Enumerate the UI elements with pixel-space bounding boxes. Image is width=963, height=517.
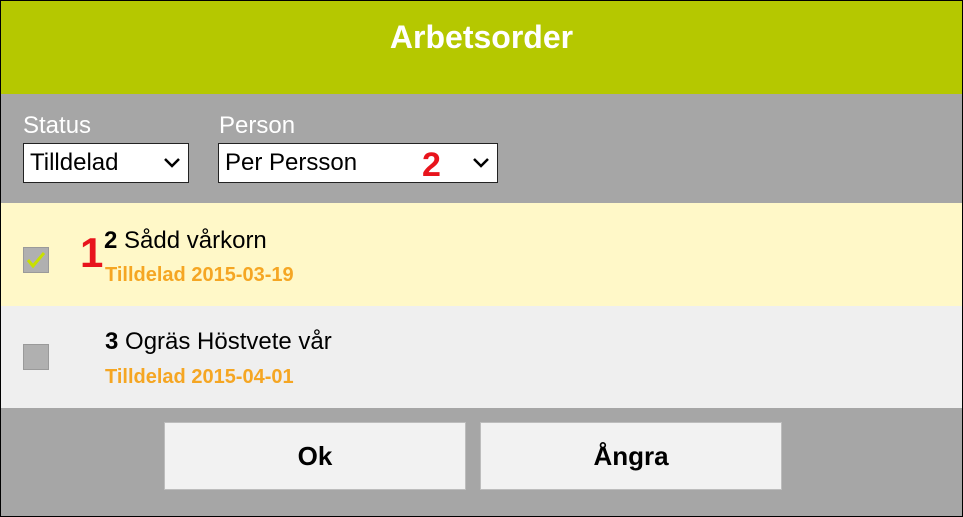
status-select[interactable]: Tilldelad — [23, 143, 189, 183]
work-order-name: Sådd vårkorn — [124, 227, 267, 254]
chevron-down-icon — [473, 158, 489, 168]
undo-button[interactable]: Ångra — [480, 422, 782, 490]
work-order-status: Tilldelad 2015-03-19 — [105, 264, 294, 286]
work-order-name: Ogräs Höstvete vår — [125, 328, 332, 355]
status-filter-label: Status — [23, 112, 92, 139]
work-order-title: 2 Sådd vårkorn — [104, 227, 267, 255]
work-order-number: 3 — [105, 328, 119, 355]
ok-button[interactable]: Ok — [164, 422, 466, 490]
chevron-down-icon — [164, 158, 180, 168]
annotation-marker-1: 1 — [80, 229, 104, 276]
work-order-dialog: Arbetsorder Status Person Tilldelad Per … — [0, 0, 963, 517]
work-order-row[interactable]: 1 2 Sådd vårkorn Tilldelad 2015-03-19 — [1, 203, 962, 306]
dialog-title: Arbetsorder — [389, 19, 574, 55]
checkmark-icon — [26, 252, 46, 269]
dialog-header: Arbetsorder — [1, 1, 962, 94]
status-select-value: Tilldelad — [30, 149, 119, 176]
work-order-status: Tilldelad 2015-04-01 — [105, 366, 294, 388]
work-order-title: 3 Ogräs Höstvete vår — [105, 328, 332, 356]
work-order-row[interactable]: 3 Ogräs Höstvete vår Tilldelad 2015-04-0… — [1, 306, 962, 408]
person-filter-label: Person — [219, 112, 296, 139]
checkbox-checked[interactable] — [23, 247, 49, 273]
person-select[interactable]: Per Persson — [218, 143, 498, 183]
person-select-value: Per Persson — [225, 149, 358, 176]
annotation-marker-2: 2 — [422, 146, 441, 184]
checkbox-unchecked[interactable] — [23, 344, 49, 370]
work-order-number: 2 — [104, 227, 118, 254]
